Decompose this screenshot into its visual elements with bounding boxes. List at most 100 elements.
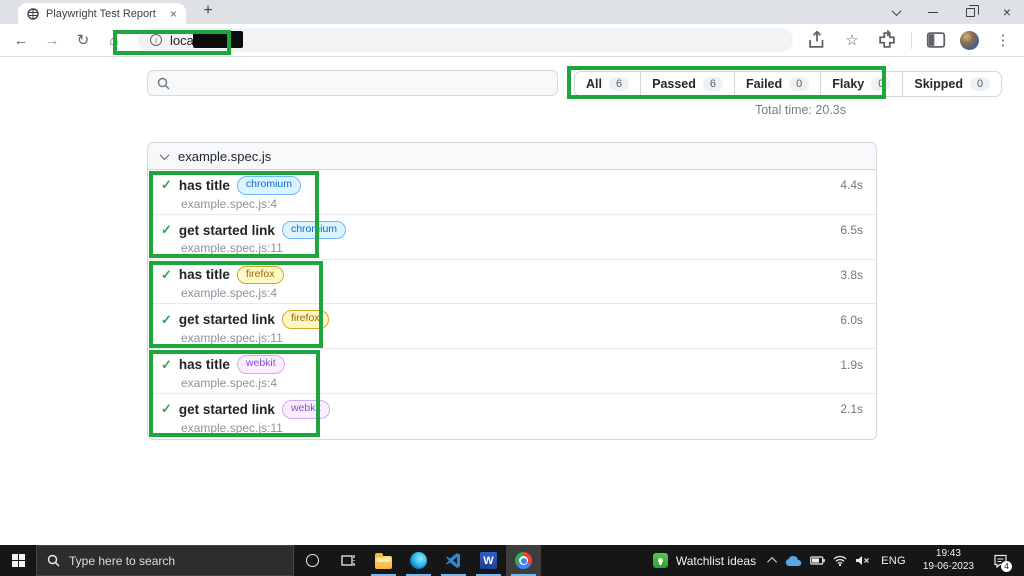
close-button[interactable]: × (1000, 4, 1014, 20)
test-title: has title (178, 177, 230, 193)
wifi-icon[interactable] (833, 555, 847, 566)
test-location: example.spec.js:4 (181, 375, 278, 390)
onedrive-cloud-icon[interactable] (785, 555, 802, 567)
taskbar-edge[interactable] (401, 545, 436, 576)
chrome-icon (515, 552, 532, 569)
file-explorer-icon (375, 552, 392, 569)
minimize-button[interactable] (926, 5, 940, 19)
browser-badge: webkit (236, 355, 285, 374)
search-input[interactable] (177, 75, 548, 91)
edge-icon (410, 552, 427, 569)
test-duration: 3.8s (840, 267, 863, 282)
bookmark-star-icon[interactable]: ☆ (841, 29, 863, 51)
browser-tab[interactable]: Playwright Test Report × (18, 3, 186, 24)
watchlist-ideas-label: Watchlist ideas (675, 553, 757, 568)
test-duration: 6.5s (840, 223, 863, 238)
address-bar[interactable]: i localhost: (138, 28, 793, 52)
test-row[interactable]: ✓ has title webkit 1.9s example.spec.js:… (148, 349, 876, 394)
task-view-icon (340, 555, 355, 566)
browser-badge: chromium (236, 176, 302, 195)
passed-check-icon: ✓ (161, 356, 172, 372)
menu-kebab-icon[interactable]: ⋮ (992, 29, 1014, 51)
test-rows-container: ✓ has title chromium 4.4s example.spec.j… (148, 170, 876, 439)
windows-logo-icon (11, 554, 25, 567)
test-file-card: example.spec.js ✓ has title chromium 4.4… (147, 142, 877, 440)
vscode-icon (446, 553, 460, 568)
extensions-icon[interactable] (876, 29, 898, 51)
taskbar-search-box[interactable]: Type here to search (36, 545, 294, 576)
file-group-header[interactable]: example.spec.js (148, 143, 876, 170)
filter-skipped[interactable]: Skipped 0 (902, 72, 1001, 96)
test-title: get started link (178, 401, 275, 417)
language-indicator[interactable]: ENG (881, 555, 906, 567)
url-redaction-box (193, 31, 243, 48)
report-search-box[interactable] (147, 70, 558, 96)
tab-close-icon[interactable]: × (170, 8, 177, 20)
filter-tabs: All 6 Passed 6 Failed 0 Flaky 0 Skipped … (574, 71, 1003, 97)
browser-badge: chromium (281, 220, 347, 240)
battery-icon[interactable] (810, 556, 825, 565)
taskbar-clock[interactable]: 19:43 19-06-2023 (923, 548, 974, 573)
back-icon[interactable]: ← (10, 29, 32, 51)
browser-title-bar: Playwright Test Report × + × (0, 0, 1024, 24)
test-row[interactable]: ✓ has title firefox 3.8s example.spec.js… (148, 260, 876, 305)
test-row[interactable]: ✓ get started link firefox 6.0s example.… (148, 304, 876, 350)
taskbar-date: 19-06-2023 (922, 560, 974, 572)
filter-flaky[interactable]: Flaky 0 (820, 72, 902, 96)
site-info-icon[interactable]: i (150, 34, 162, 46)
test-location: example.spec.js:11 (181, 331, 283, 346)
home-icon[interactable]: ⌂ (103, 29, 125, 51)
volume-muted-icon[interactable] (855, 555, 870, 566)
task-view-button[interactable] (330, 545, 366, 576)
tab-search-chevron-icon[interactable] (889, 5, 903, 19)
watchlist-ideas-item[interactable]: Watchlist ideas (645, 553, 764, 568)
test-row[interactable]: ✓ has title chromium 4.4s example.spec.j… (148, 170, 876, 215)
filter-passed[interactable]: Passed 6 (640, 72, 734, 96)
filter-failed-count: 0 (789, 77, 810, 91)
passed-check-icon: ✓ (161, 222, 172, 238)
test-title: has title (178, 267, 230, 283)
start-button[interactable] (0, 545, 36, 576)
taskbar-time: 19:43 (935, 548, 961, 559)
filter-all-count: 6 (608, 77, 630, 91)
taskbar-file-explorer[interactable] (366, 545, 401, 576)
filter-all[interactable]: All 6 (575, 72, 640, 96)
playwright-report-page: All 6 Passed 6 Failed 0 Flaky 0 Skipped … (0, 58, 1024, 545)
filter-passed-count: 6 (702, 77, 724, 91)
hidden-icons-chevron-icon[interactable] (767, 556, 778, 567)
cortana-button[interactable] (294, 545, 330, 576)
test-duration: 2.1s (840, 402, 863, 417)
passed-check-icon: ✓ (161, 311, 172, 327)
word-icon: W (480, 552, 497, 569)
playwright-favicon-icon (27, 7, 39, 20)
test-title: has title (178, 357, 230, 372)
test-row[interactable]: ✓ get started link chromium 6.5s example… (148, 215, 876, 260)
chevron-down-icon (159, 149, 170, 160)
browser-badge: firefox (236, 265, 284, 285)
tab-title: Playwright Test Report (46, 7, 156, 20)
forward-icon[interactable]: → (41, 29, 63, 51)
taskbar-search-placeholder: Type here to search (69, 553, 176, 568)
test-title: get started link (178, 222, 275, 238)
test-row[interactable]: ✓ get started link webkit 2.1s example.s… (148, 394, 876, 439)
passed-check-icon: ✓ (161, 266, 172, 282)
browser-badge: webkit (281, 399, 330, 419)
new-tab-button[interactable]: + (198, 1, 218, 21)
restore-button[interactable] (963, 4, 979, 19)
test-duration: 1.9s (840, 357, 863, 372)
search-icon (157, 77, 170, 89)
side-panel-icon[interactable] (925, 29, 947, 51)
test-title: get started link (178, 312, 275, 328)
share-icon[interactable] (806, 29, 828, 51)
profile-avatar[interactable] (960, 30, 979, 50)
cortana-icon (305, 554, 319, 567)
taskbar-chrome[interactable] (506, 545, 541, 576)
test-location: example.spec.js:11 (181, 241, 283, 256)
taskbar-word[interactable]: W (471, 545, 506, 576)
passed-check-icon: ✓ (161, 177, 172, 193)
notification-center-button[interactable]: 4 (988, 549, 1012, 573)
reload-icon[interactable]: ↻ (72, 29, 94, 51)
filter-failed[interactable]: Failed 0 (734, 72, 820, 96)
browser-badge: firefox (281, 310, 329, 330)
taskbar-vscode[interactable] (436, 545, 471, 576)
